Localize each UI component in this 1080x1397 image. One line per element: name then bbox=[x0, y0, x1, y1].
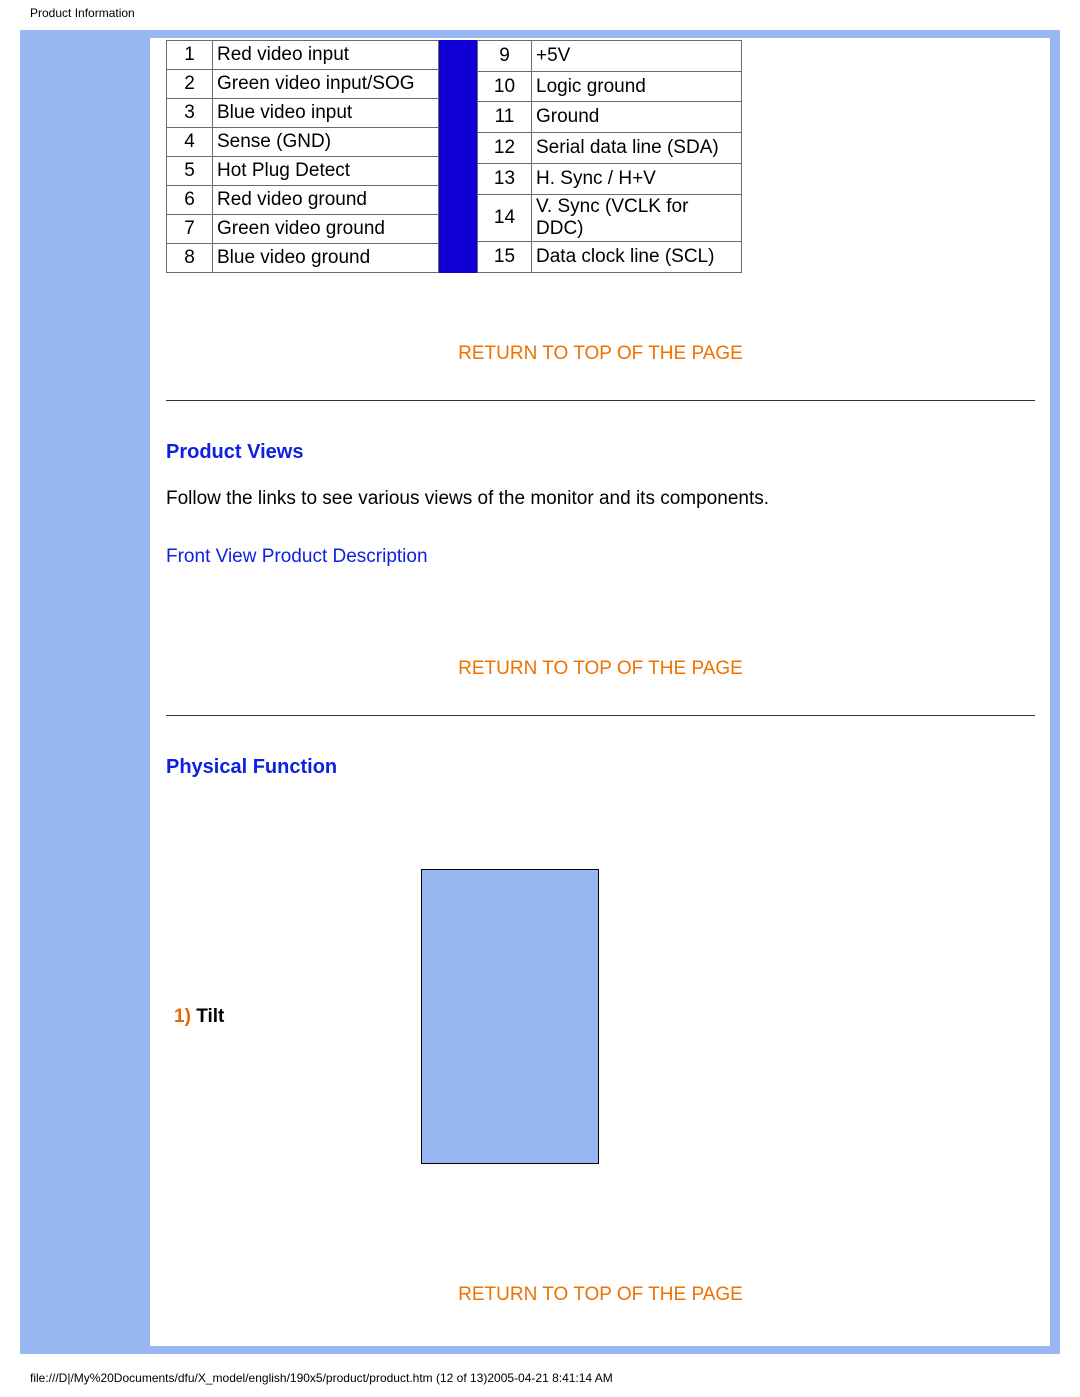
pin-num: 14 bbox=[478, 194, 532, 242]
pin-label: H. Sync / H+V bbox=[532, 163, 742, 194]
pin-num: 9 bbox=[478, 41, 532, 72]
return-to-top-link[interactable]: RETURN TO TOP OF THE PAGE bbox=[166, 343, 1035, 365]
pin-label: Green video input/SOG bbox=[213, 70, 439, 99]
pin-num: 1 bbox=[167, 41, 213, 70]
table-row: 15Data clock line (SCL) bbox=[478, 242, 742, 273]
product-views-body: Follow the links to see various views of… bbox=[166, 488, 1035, 510]
pin-table-left: 1Red video input 2Green video input/SOG … bbox=[166, 40, 439, 273]
table-row: 11Ground bbox=[478, 102, 742, 133]
pin-num: 3 bbox=[167, 99, 213, 128]
table-row: 10Logic ground bbox=[478, 71, 742, 102]
tilt-item-word: Tilt bbox=[196, 1006, 224, 1027]
table-spacer bbox=[439, 40, 477, 273]
document-page: Product Information 1Red video input 2Gr… bbox=[0, 0, 1080, 1397]
table-row: 2Green video input/SOG bbox=[167, 70, 439, 99]
pin-label: V. Sync (VCLK for DDC) bbox=[532, 194, 742, 242]
pin-label: Hot Plug Detect bbox=[213, 157, 439, 186]
left-gutter bbox=[20, 38, 150, 1346]
pin-label: Red video input bbox=[213, 41, 439, 70]
pin-tables: 1Red video input 2Green video input/SOG … bbox=[166, 40, 1035, 273]
pin-label: Red video ground bbox=[213, 186, 439, 215]
pin-num: 15 bbox=[478, 242, 532, 273]
divider bbox=[166, 715, 1035, 716]
pin-num: 6 bbox=[167, 186, 213, 215]
section-heading-product-views: Product Views bbox=[166, 441, 1035, 464]
pin-num: 4 bbox=[167, 128, 213, 157]
return-to-top-link[interactable]: RETURN TO TOP OF THE PAGE bbox=[166, 658, 1035, 680]
divider bbox=[166, 400, 1035, 401]
pin-num: 11 bbox=[478, 102, 532, 133]
table-row: 12Serial data line (SDA) bbox=[478, 133, 742, 164]
pin-label: Logic ground bbox=[532, 71, 742, 102]
pin-num: 5 bbox=[167, 157, 213, 186]
pin-num: 2 bbox=[167, 70, 213, 99]
section-heading-physical-function: Physical Function bbox=[166, 756, 1035, 779]
right-rail bbox=[1050, 38, 1060, 1346]
pin-label: Blue video ground bbox=[213, 244, 439, 273]
pin-num: 12 bbox=[478, 133, 532, 164]
pin-label: Blue video input bbox=[213, 99, 439, 128]
pin-num: 13 bbox=[478, 163, 532, 194]
content-frame: 1Red video input 2Green video input/SOG … bbox=[20, 30, 1060, 1354]
pin-num: 8 bbox=[167, 244, 213, 273]
table-row: 5Hot Plug Detect bbox=[167, 157, 439, 186]
table-row: 6Red video ground bbox=[167, 186, 439, 215]
main-content: 1Red video input 2Green video input/SOG … bbox=[150, 38, 1050, 1346]
pin-num: 10 bbox=[478, 71, 532, 102]
table-row: 3Blue video input bbox=[167, 99, 439, 128]
pin-label: Serial data line (SDA) bbox=[532, 133, 742, 164]
pin-label: Data clock line (SCL) bbox=[532, 242, 742, 273]
tilt-item-number: 1) bbox=[174, 1006, 191, 1027]
table-row: 7Green video ground bbox=[167, 215, 439, 244]
return-to-top-link[interactable]: RETURN TO TOP OF THE PAGE bbox=[166, 1284, 1035, 1306]
table-row: 8Blue video ground bbox=[167, 244, 439, 273]
table-row: 9+5V bbox=[478, 41, 742, 72]
footer-file-path: file:///D|/My%20Documents/dfu/X_model/en… bbox=[30, 1371, 613, 1385]
pin-label: +5V bbox=[532, 41, 742, 72]
pin-num: 7 bbox=[167, 215, 213, 244]
front-view-link[interactable]: Front View Product Description bbox=[166, 546, 1035, 568]
table-row: 1Red video input bbox=[167, 41, 439, 70]
pin-label: Green video ground bbox=[213, 215, 439, 244]
table-row: 4Sense (GND) bbox=[167, 128, 439, 157]
tilt-image-placeholder bbox=[421, 869, 599, 1164]
pin-label: Sense (GND) bbox=[213, 128, 439, 157]
page-header-title: Product Information bbox=[30, 6, 135, 20]
table-row: 14V. Sync (VCLK for DDC) bbox=[478, 194, 742, 242]
table-row: 13H. Sync / H+V bbox=[478, 163, 742, 194]
pin-label: Ground bbox=[532, 102, 742, 133]
tilt-label: 1) Tilt bbox=[166, 1006, 421, 1028]
tilt-row: 1) Tilt bbox=[166, 869, 1035, 1164]
pin-table-right: 9+5V 10Logic ground 11Ground 12Serial da… bbox=[477, 40, 742, 273]
